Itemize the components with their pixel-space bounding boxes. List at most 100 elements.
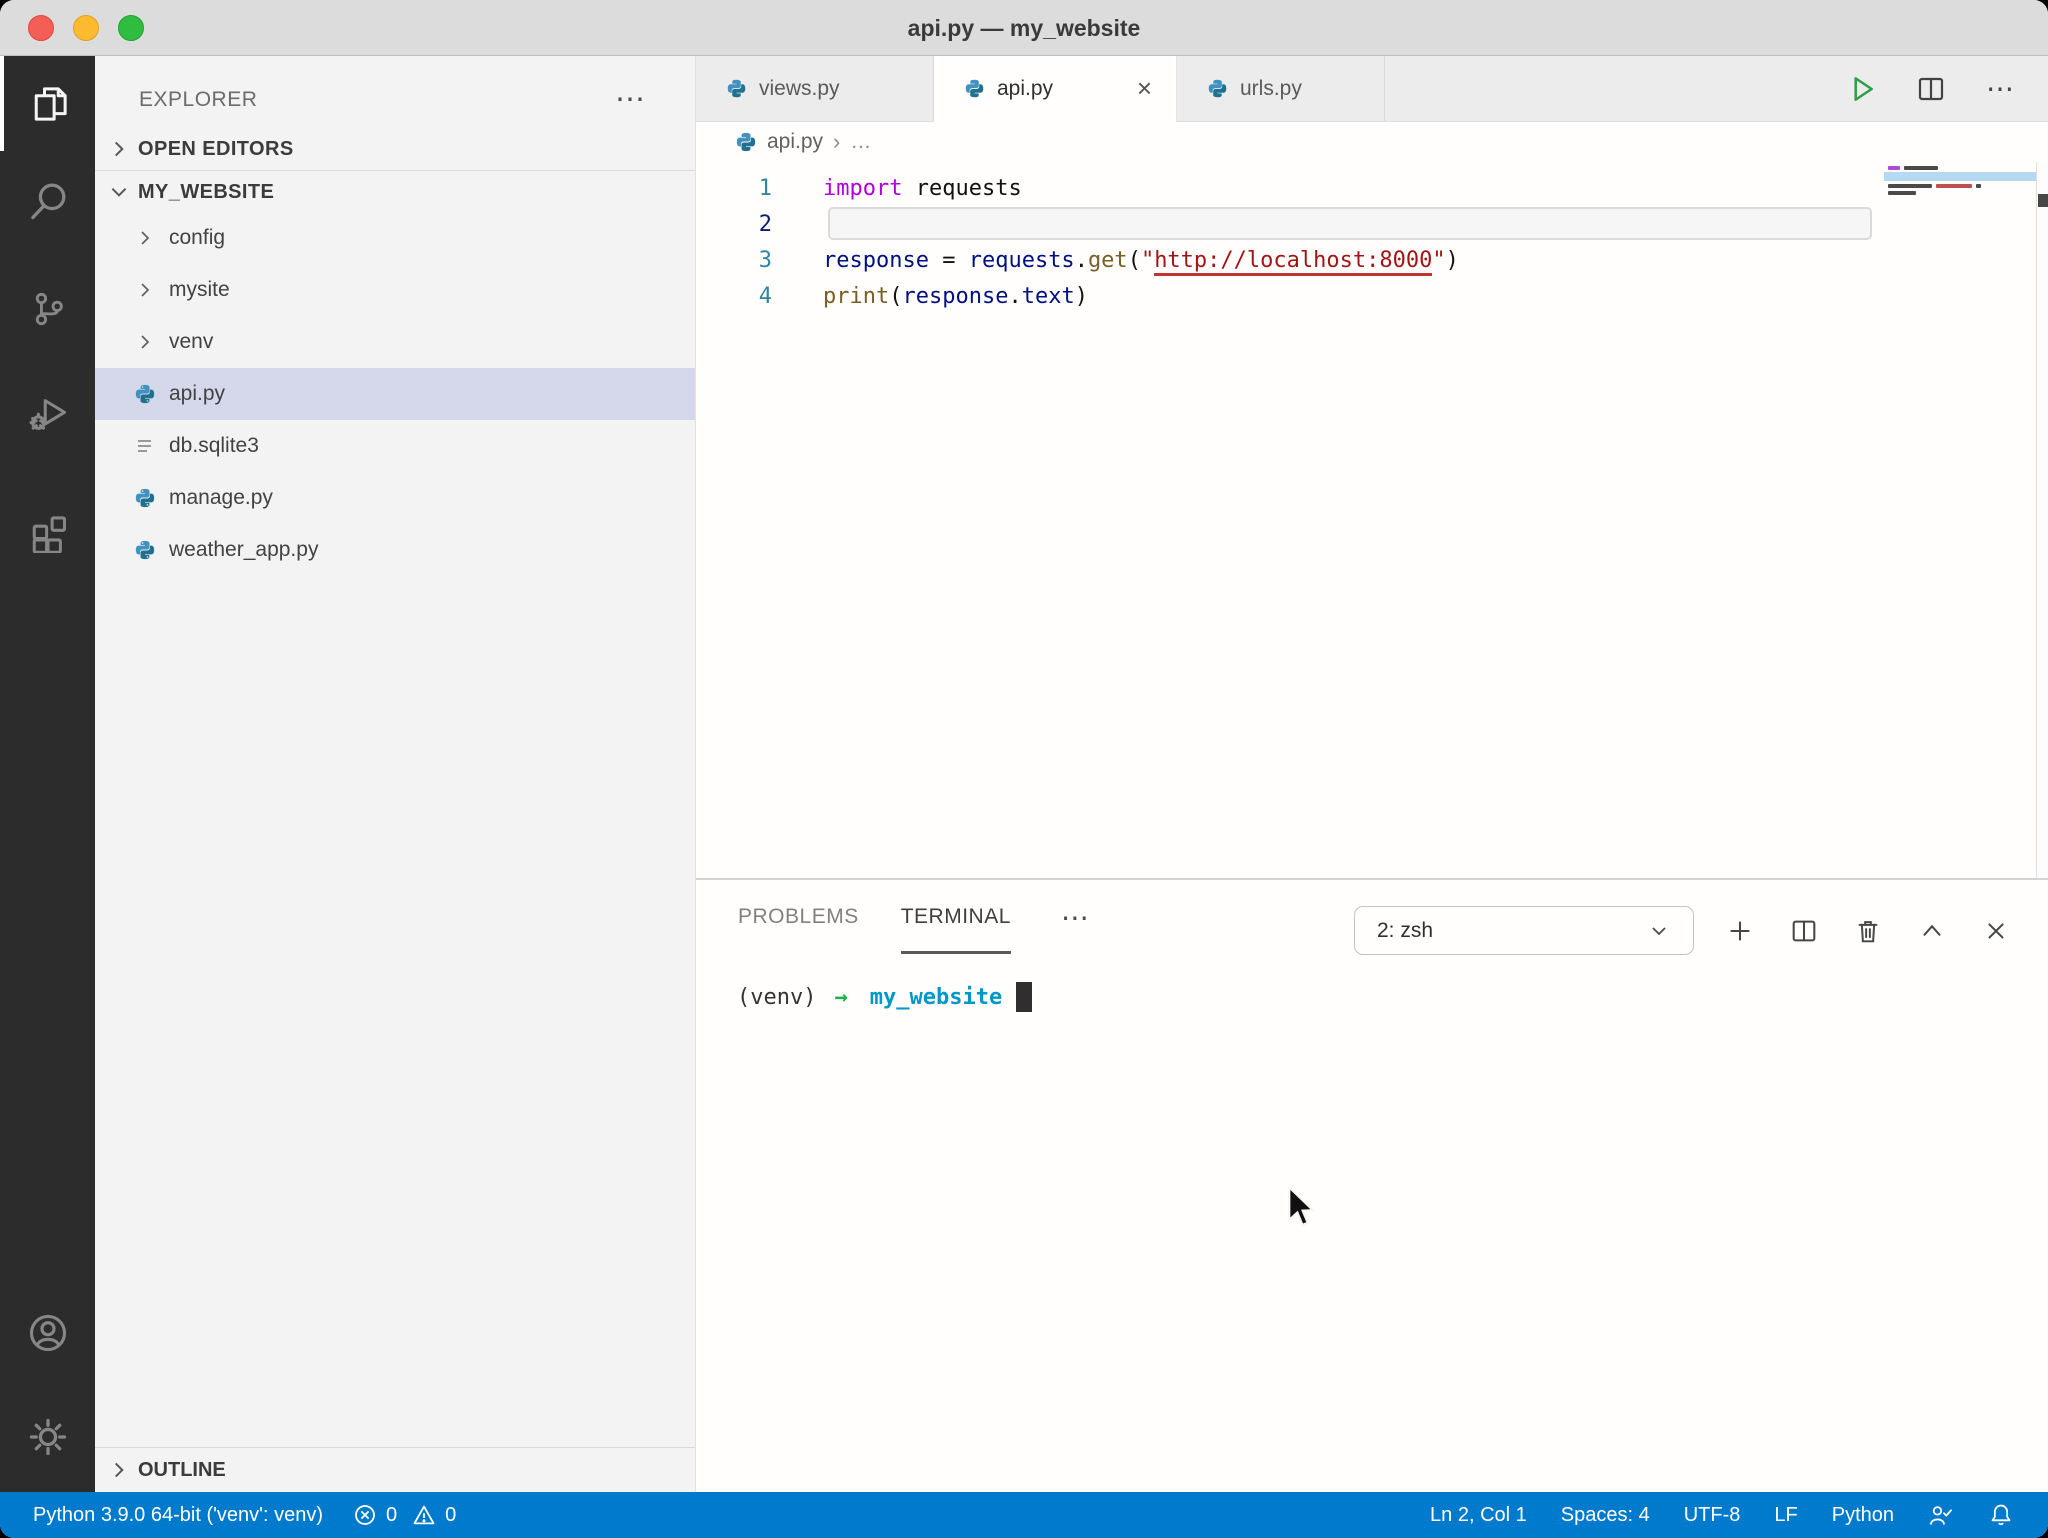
status-bar: Python 3.9.0 64-bit ('venv': venv) 0 0 L… <box>0 1492 2048 1538</box>
code-token: import <box>823 175 903 201</box>
python-icon <box>726 78 747 99</box>
activity-extensions-button[interactable] <box>0 483 95 578</box>
close-panel-button[interactable] <box>1974 916 2018 946</box>
status-python-interpreter[interactable]: Python 3.9.0 64-bit ('venv': venv) <box>33 1504 323 1527</box>
open-editors-label: OPEN EDITORS <box>138 137 294 160</box>
status-indentation[interactable]: Spaces: 4 <box>1561 1504 1650 1527</box>
activity-accounts-button[interactable] <box>0 1285 95 1380</box>
activity-search-button[interactable] <box>0 153 95 248</box>
terminal-controls: 2: zsh <box>1354 906 2018 955</box>
status-encoding[interactable]: UTF-8 <box>1684 1504 1741 1527</box>
run-file-button[interactable] <box>1838 72 1884 106</box>
tab-views-py[interactable]: views.py <box>696 56 934 121</box>
tree-item-label: mysite <box>169 278 230 301</box>
file-tree: config mysite venv api.py db.sqlite3 man… <box>95 212 695 576</box>
tab-urls-py[interactable]: urls.py <box>1177 56 1385 121</box>
tab-api-py[interactable]: api.py × <box>934 56 1177 122</box>
code-token-url[interactable]: http://localhost:8000 <box>1154 247 1433 276</box>
tree-item-venv[interactable]: venv <box>95 316 695 368</box>
terminal[interactable]: (venv) → my_website <box>696 954 2048 1492</box>
workspace-root-label: MY_WEBSITE <box>138 180 275 203</box>
split-editor-button[interactable] <box>1908 73 1954 105</box>
tree-item-db-sqlite3[interactable]: db.sqlite3 <box>95 420 695 472</box>
panel-more-actions-icon[interactable]: ⋯ <box>1061 901 1091 934</box>
python-icon <box>133 538 157 562</box>
activity-run-debug-button[interactable] <box>0 365 95 460</box>
open-editors-section-header[interactable]: OPEN EDITORS <box>95 128 695 171</box>
tree-item-label: api.py <box>169 382 226 405</box>
code-token: ) <box>1074 283 1088 309</box>
code-line-3: 3 response = requests.get("http://localh… <box>696 242 2048 278</box>
error-count: 0 <box>386 1503 398 1526</box>
explorer-sidebar: EXPLORER ⋯ OPEN EDITORS MY_WEBSITE confi… <box>95 56 696 1492</box>
breadcrumb-file[interactable]: api.py <box>767 130 823 154</box>
code-token: " <box>1140 247 1155 273</box>
tree-item-config[interactable]: config <box>95 212 695 264</box>
line-number: 4 <box>758 283 772 309</box>
gear-icon <box>26 1415 70 1459</box>
error-icon <box>353 1503 377 1527</box>
tree-item-api-py[interactable]: api.py <box>95 368 695 420</box>
kill-terminal-trash-button[interactable] <box>1846 916 1890 946</box>
close-tab-icon[interactable]: × <box>1131 73 1158 104</box>
tab-label: urls.py <box>1240 76 1302 100</box>
notifications-bell-icon[interactable] <box>1988 1502 2014 1528</box>
more-actions-icon[interactable]: ⋯ <box>1978 72 2024 105</box>
code-token: get <box>1087 247 1128 273</box>
panel-header: PROBLEMS TERMINAL ⋯ 2: zsh <box>696 880 2048 955</box>
line-number: 1 <box>758 175 772 201</box>
terminal-arrow: → <box>834 984 848 1010</box>
activity-explorer-button[interactable] <box>0 56 95 151</box>
panel-tab-problems[interactable]: PROBLEMS <box>738 880 859 954</box>
sidebar-title: EXPLORER <box>139 88 258 111</box>
code-editor[interactable]: 1 import requests 2 3 response = request… <box>696 162 2048 878</box>
status-cursor-position[interactable]: Ln 2, Col 1 <box>1430 1504 1527 1527</box>
terminal-cursor <box>1016 982 1033 1012</box>
sidebar-more-actions-button[interactable]: ⋯ <box>615 82 647 117</box>
code-token: requests <box>968 247 1075 273</box>
code-token: ) <box>1445 247 1459 273</box>
status-language-mode[interactable]: Python <box>1832 1504 1894 1527</box>
tree-item-mysite[interactable]: mysite <box>95 264 695 316</box>
editor-area: views.py api.py × urls.py ⋯ api.py › … 1… <box>696 56 2048 1492</box>
tree-item-manage-py[interactable]: manage.py <box>95 472 695 524</box>
outline-section-header[interactable]: OUTLINE <box>95 1447 695 1492</box>
terminal-venv: (venv) <box>737 984 817 1010</box>
activity-source-control-button[interactable] <box>0 261 95 356</box>
breadcrumb-more[interactable]: … <box>850 130 873 154</box>
breadcrumb-separator: › <box>833 129 841 154</box>
code-line-2-current: 2 <box>696 206 2048 242</box>
code-token: . <box>1008 283 1022 309</box>
workspace-root-header[interactable]: MY_WEBSITE <box>95 172 695 212</box>
panel-tab-terminal[interactable]: TERMINAL <box>900 880 1011 954</box>
minimap[interactable] <box>1884 162 2036 878</box>
overview-ruler-cursor-mark <box>2038 194 2048 207</box>
chevron-down-icon <box>108 181 130 203</box>
code-token: . <box>1074 247 1088 273</box>
activity-settings-button[interactable] <box>0 1389 95 1484</box>
account-icon <box>25 1310 71 1356</box>
current-line-highlight <box>828 207 1872 240</box>
database-file-icon <box>133 434 157 458</box>
tree-item-weather-app-py[interactable]: weather_app.py <box>95 524 695 576</box>
editor-actions: ⋯ <box>1838 56 2048 121</box>
warning-icon <box>412 1503 436 1527</box>
chevron-right-icon <box>108 1459 130 1481</box>
bottom-panel: PROBLEMS TERMINAL ⋯ 2: zsh (venv) → my_w… <box>696 878 2048 1492</box>
status-eol[interactable]: LF <box>1774 1504 1797 1527</box>
feedback-icon[interactable] <box>1928 1502 1954 1528</box>
maximize-panel-button[interactable] <box>1910 916 1954 946</box>
new-terminal-button[interactable] <box>1718 916 1762 946</box>
code-line-4: 4 print(response.text) <box>696 278 2048 314</box>
status-problems[interactable]: 0 0 <box>353 1503 456 1527</box>
python-icon <box>964 78 985 99</box>
code-token: = <box>928 247 969 273</box>
terminal-shell-select[interactable]: 2: zsh <box>1354 906 1694 955</box>
tab-label: api.py <box>997 76 1054 100</box>
titlebar: api.py — my_website <box>0 0 2048 56</box>
terminal-prompt: (venv) → my_website <box>737 982 2048 1012</box>
code-token: ( <box>1127 247 1141 273</box>
editor-scrollbar[interactable] <box>2036 162 2048 878</box>
split-terminal-button[interactable] <box>1782 916 1826 946</box>
terminal-shell-value: 2: zsh <box>1377 918 1434 942</box>
